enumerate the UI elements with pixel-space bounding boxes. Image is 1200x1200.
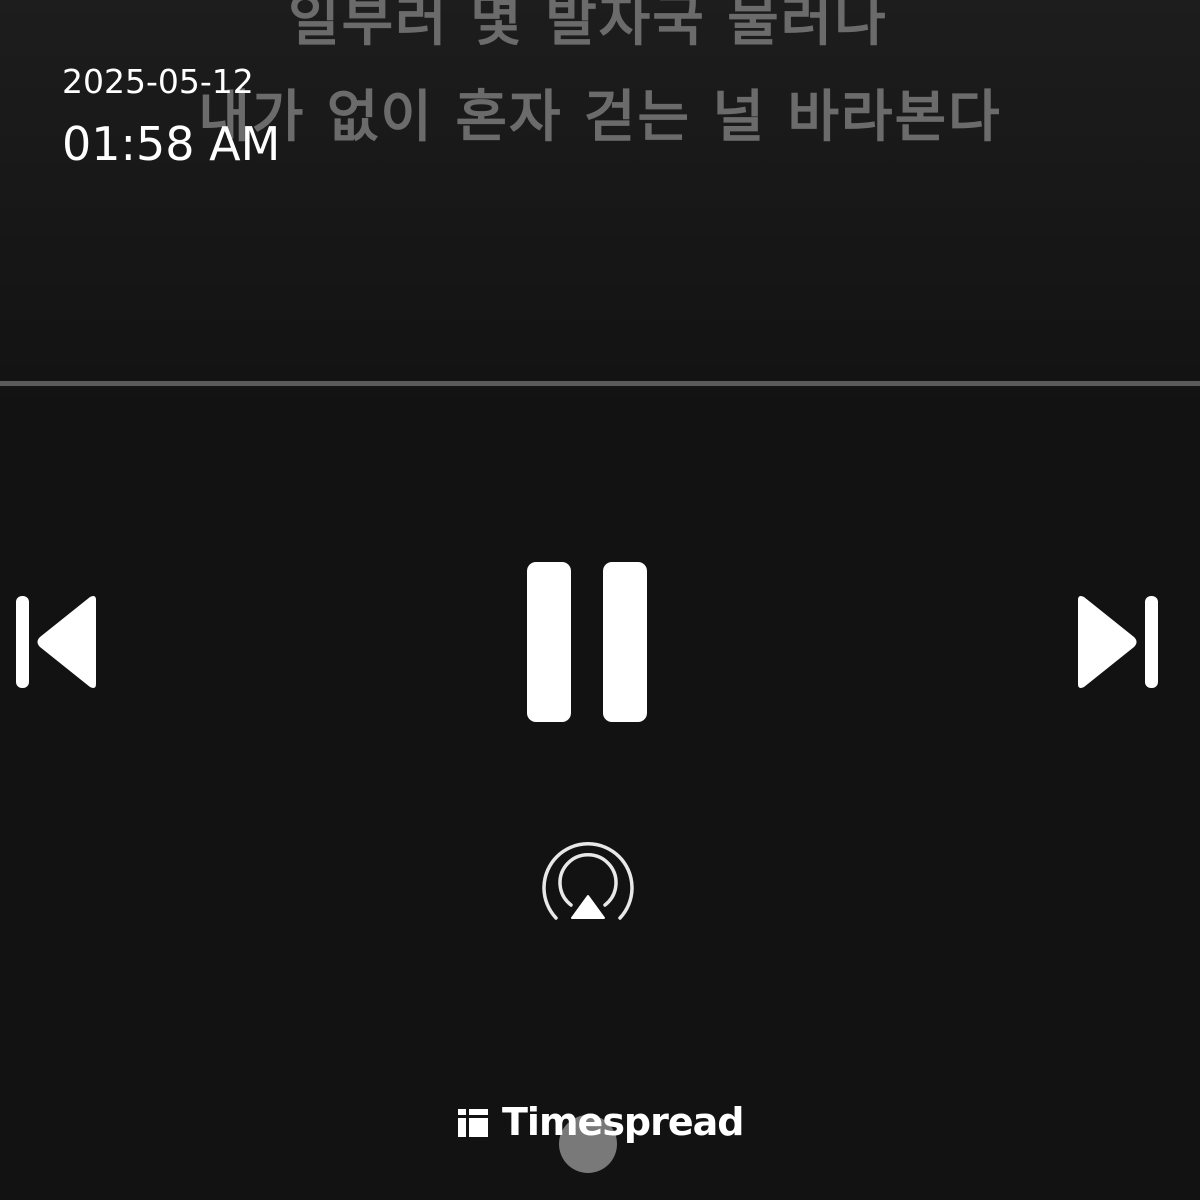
date-label: 2025-05-12 <box>62 62 254 101</box>
time-label: 01:58 AM <box>62 117 281 171</box>
timestamp-overlay: 2025-05-12 01:58 AM <box>62 62 280 172</box>
watermark: Timespread <box>456 1098 744 1146</box>
progress-fill <box>0 381 1200 386</box>
progress-bar[interactable] <box>0 381 1200 386</box>
skip-next-icon <box>1078 596 1158 688</box>
airplay-button[interactable] <box>538 834 638 926</box>
timespread-logo-icon <box>458 1109 488 1137</box>
pause-icon <box>527 562 647 722</box>
skip-previous-icon <box>16 596 96 688</box>
watermark-text: Timespread <box>502 1100 744 1144</box>
lyric-line[interactable]: 일부러 몇 발자국 물러나 <box>0 0 1200 70</box>
pause-button[interactable] <box>520 556 656 728</box>
next-track-button[interactable] <box>1070 590 1166 694</box>
now-playing-screen: 일부러 몇 발자국 물러나 내가 없이 혼자 걷는 널 바라본다 2025-05… <box>0 0 1200 1200</box>
previous-track-button[interactable] <box>10 590 106 694</box>
airplay-icon <box>542 842 634 920</box>
